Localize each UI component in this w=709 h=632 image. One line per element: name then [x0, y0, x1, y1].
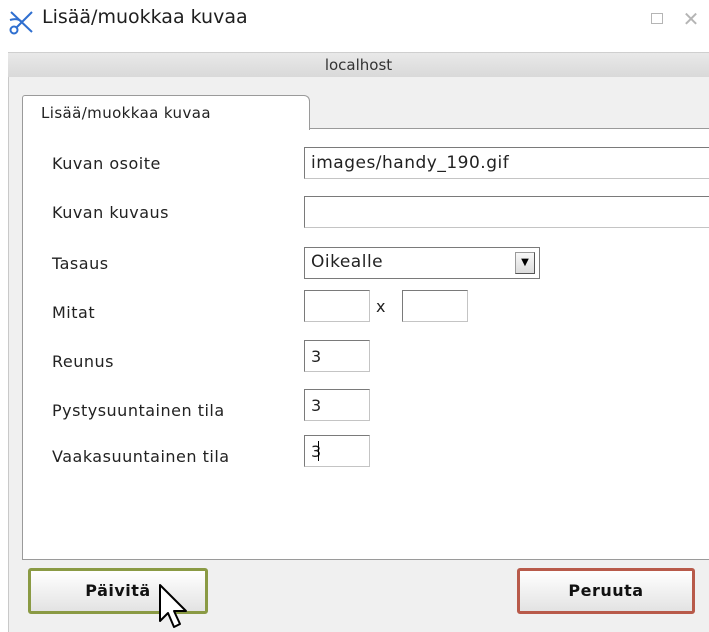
- vspace-input[interactable]: [304, 389, 370, 421]
- hspace-input[interactable]: [304, 435, 370, 467]
- cancel-button[interactable]: Peruuta: [517, 568, 695, 614]
- url-label: Kuvan osoite: [52, 154, 161, 173]
- border-label: Reunus: [52, 352, 114, 371]
- close-icon[interactable]: ✕: [680, 8, 702, 30]
- hspace-label: Vaakasuuntainen tila: [52, 447, 230, 466]
- maximize-icon[interactable]: [651, 13, 663, 24]
- dimensions-label: Mitat: [52, 303, 96, 322]
- align-label: Tasaus: [52, 254, 109, 273]
- dimensions-separator: x: [376, 297, 386, 316]
- align-selected-value: Oikealle: [311, 252, 384, 272]
- height-input[interactable]: [402, 290, 468, 322]
- window-title: Lisää/muokkaa kuvaa: [42, 6, 248, 28]
- text-caret: [318, 441, 319, 461]
- scissors-icon: [9, 11, 33, 35]
- tab-image[interactable]: Lisää/muokkaa kuvaa: [22, 95, 310, 130]
- mouse-pointer-icon: [159, 584, 187, 628]
- description-input[interactable]: [304, 196, 709, 228]
- align-select[interactable]: Oikealle ▼: [304, 247, 540, 279]
- host-bar: localhost: [8, 52, 709, 78]
- description-label: Kuvan kuvaus: [52, 203, 169, 222]
- url-input[interactable]: [304, 147, 709, 179]
- title-bar: Lisää/muokkaa kuvaa ✕: [0, 0, 709, 44]
- width-input[interactable]: [304, 290, 370, 322]
- border-input[interactable]: [304, 340, 370, 372]
- vspace-label: Pystysuuntainen tila: [52, 401, 225, 420]
- chevron-down-icon[interactable]: ▼: [515, 252, 535, 274]
